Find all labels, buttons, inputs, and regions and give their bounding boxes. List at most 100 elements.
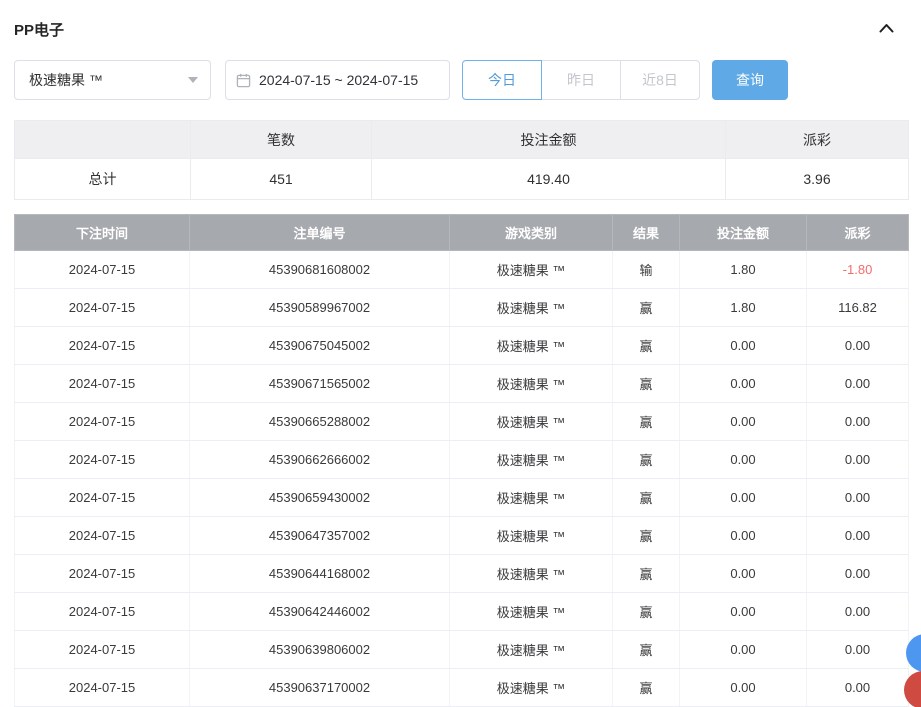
- header-bet-amount: 投注金额: [680, 215, 807, 251]
- cell-bet-time: 2024-07-15: [15, 251, 190, 289]
- cell-result: 赢: [613, 593, 680, 631]
- cell-bet-time: 2024-07-15: [15, 479, 190, 517]
- cell-result: 赢: [613, 631, 680, 669]
- quick-date-button-group: 今日 昨日 近8日: [462, 60, 700, 100]
- cell-bet-id: 45390662666002: [190, 441, 450, 479]
- cell-bet-time: 2024-07-15: [15, 555, 190, 593]
- cell-bet-id: 45390637170002: [190, 669, 450, 707]
- today-button[interactable]: 今日: [462, 60, 542, 100]
- page-title: PP电子: [14, 19, 64, 40]
- game-select[interactable]: 极速糖果 ™: [14, 60, 211, 100]
- cell-bet-id: 45390647357002: [190, 517, 450, 555]
- yesterday-button[interactable]: 昨日: [541, 60, 621, 100]
- cell-payout: 0.00: [807, 441, 909, 479]
- cell-payout: 0.00: [807, 517, 909, 555]
- calendar-icon: [236, 73, 251, 88]
- table-row: 2024-07-15 45390647357002 极速糖果 ™ 赢 0.00 …: [15, 517, 909, 555]
- table-row: 2024-07-15 45390671565002 极速糖果 ™ 赢 0.00 …: [15, 365, 909, 403]
- table-row: 2024-07-15 45390589967002 极速糖果 ™ 赢 1.80 …: [15, 289, 909, 327]
- cell-payout: 0.00: [807, 555, 909, 593]
- summary-header-bet-amount: 投注金额: [372, 121, 726, 159]
- date-range-input[interactable]: 2024-07-15 ~ 2024-07-15: [225, 60, 450, 100]
- cell-bet-amount: 0.00: [680, 669, 807, 707]
- cell-payout: 0.00: [807, 403, 909, 441]
- cell-payout: 0.00: [807, 669, 909, 707]
- cell-result: 输: [613, 251, 680, 289]
- cell-game-type: 极速糖果 ™: [450, 365, 613, 403]
- table-row: 2024-07-15 45390637170002 极速糖果 ™ 赢 0.00 …: [15, 669, 909, 707]
- cell-game-type: 极速糖果 ™: [450, 327, 613, 365]
- cell-bet-time: 2024-07-15: [15, 365, 190, 403]
- header-bet-time: 下注时间: [15, 215, 190, 251]
- cell-payout: 0.00: [807, 327, 909, 365]
- header-result: 结果: [613, 215, 680, 251]
- cell-bet-time: 2024-07-15: [15, 441, 190, 479]
- game-select-value: 极速糖果 ™: [29, 70, 103, 90]
- table-row: 2024-07-15 45390675045002 极速糖果 ™ 赢 0.00 …: [15, 327, 909, 365]
- cell-payout: 0.00: [807, 631, 909, 669]
- last-8-days-button[interactable]: 近8日: [620, 60, 700, 100]
- cell-bet-id: 45390659430002: [190, 479, 450, 517]
- cell-bet-amount: 1.80: [680, 289, 807, 327]
- header-bet-id: 注单编号: [190, 215, 450, 251]
- cell-bet-amount: 0.00: [680, 479, 807, 517]
- cell-result: 赢: [613, 403, 680, 441]
- cell-bet-amount: 0.00: [680, 327, 807, 365]
- summary-table: 笔数 投注金额 派彩 总计 451 419.40 3.96: [14, 120, 909, 200]
- cell-bet-time: 2024-07-15: [15, 327, 190, 365]
- cell-game-type: 极速糖果 ™: [450, 631, 613, 669]
- summary-total-label: 总计: [15, 159, 191, 200]
- cell-payout: 116.82: [807, 289, 909, 327]
- cell-bet-amount: 1.80: [680, 251, 807, 289]
- search-button[interactable]: 查询: [712, 60, 788, 100]
- cell-result: 赢: [613, 669, 680, 707]
- cell-bet-time: 2024-07-15: [15, 289, 190, 327]
- cell-bet-id: 45390644168002: [190, 555, 450, 593]
- table-row: 2024-07-15 45390665288002 极速糖果 ™ 赢 0.00 …: [15, 403, 909, 441]
- cell-bet-amount: 0.00: [680, 555, 807, 593]
- cell-bet-id: 45390671565002: [190, 365, 450, 403]
- cell-bet-id: 45390642446002: [190, 593, 450, 631]
- table-row: 2024-07-15 45390642446002 极速糖果 ™ 赢 0.00 …: [15, 593, 909, 631]
- cell-bet-amount: 0.00: [680, 365, 807, 403]
- cell-game-type: 极速糖果 ™: [450, 669, 613, 707]
- cell-bet-amount: 0.00: [680, 631, 807, 669]
- cell-game-type: 极速糖果 ™: [450, 441, 613, 479]
- cell-payout: 0.00: [807, 479, 909, 517]
- chevron-down-icon: [188, 77, 198, 83]
- summary-header-count: 笔数: [191, 121, 372, 159]
- cell-bet-time: 2024-07-15: [15, 403, 190, 441]
- cell-payout: 0.00: [807, 593, 909, 631]
- table-row: 2024-07-15 45390644168002 极速糖果 ™ 赢 0.00 …: [15, 555, 909, 593]
- cell-bet-id: 45390639806002: [190, 631, 450, 669]
- cell-result: 赢: [613, 441, 680, 479]
- cell-game-type: 极速糖果 ™: [450, 593, 613, 631]
- cell-bet-amount: 0.00: [680, 517, 807, 555]
- cell-bet-id: 45390665288002: [190, 403, 450, 441]
- summary-total-row: 总计 451 419.40 3.96: [15, 159, 909, 200]
- cell-bet-id: 45390675045002: [190, 327, 450, 365]
- summary-count-value: 451: [191, 159, 372, 200]
- filter-row: 极速糖果 ™ 2024-07-15 ~ 2024-07-15 今日 昨日 近8日…: [14, 60, 908, 100]
- panel-header: PP电子: [14, 14, 908, 44]
- cell-result: 赢: [613, 555, 680, 593]
- cell-payout: 0.00: [807, 365, 909, 403]
- cell-result: 赢: [613, 479, 680, 517]
- table-row: 2024-07-15 45390662666002 极速糖果 ™ 赢 0.00 …: [15, 441, 909, 479]
- table-row: 2024-07-15 45390659430002 极速糖果 ™ 赢 0.00 …: [15, 479, 909, 517]
- cell-result: 赢: [613, 517, 680, 555]
- cell-bet-time: 2024-07-15: [15, 631, 190, 669]
- cell-game-type: 极速糖果 ™: [450, 403, 613, 441]
- summary-header-row: 笔数 投注金额 派彩: [15, 121, 909, 159]
- bet-records-table: 下注时间 注单编号 游戏类别 结果 投注金额 派彩 2024-07-15 453…: [14, 214, 909, 707]
- cell-bet-time: 2024-07-15: [15, 517, 190, 555]
- cell-bet-amount: 0.00: [680, 403, 807, 441]
- cell-game-type: 极速糖果 ™: [450, 251, 613, 289]
- cell-bet-amount: 0.00: [680, 593, 807, 631]
- cell-result: 赢: [613, 365, 680, 403]
- header-game-type: 游戏类别: [450, 215, 613, 251]
- cell-game-type: 极速糖果 ™: [450, 289, 613, 327]
- table-row: 2024-07-15 45390639806002 极速糖果 ™ 赢 0.00 …: [15, 631, 909, 669]
- collapse-panel-button[interactable]: [879, 20, 894, 38]
- summary-header-empty: [15, 121, 191, 159]
